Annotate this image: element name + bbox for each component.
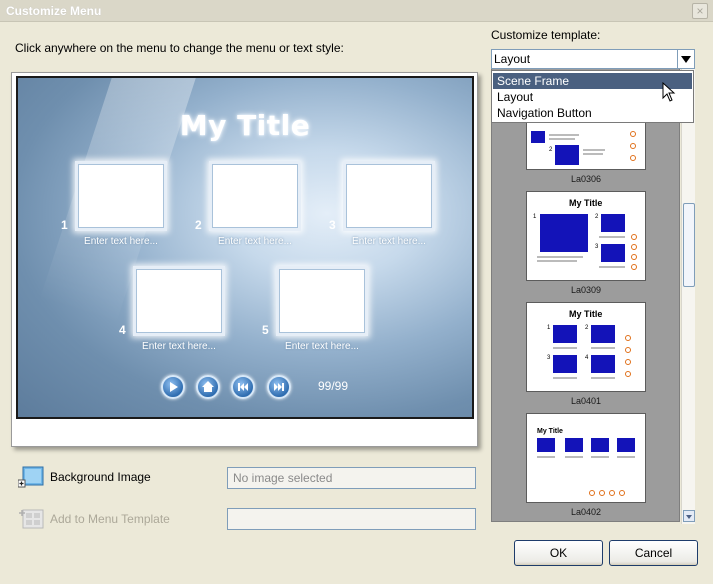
scene-number: 4 — [119, 323, 126, 337]
scene-thumbnail-2[interactable] — [209, 161, 301, 231]
template-thumbnail[interactable]: My Title 1 2 3 — [526, 191, 646, 281]
template-thumbnail[interactable]: My Title 1 2 3 4 — [526, 302, 646, 392]
add-to-template-field — [227, 508, 476, 530]
scene-caption[interactable]: Enter text here... — [66, 236, 176, 247]
customize-template-select[interactable]: Layout — [491, 49, 695, 69]
background-image-icon[interactable] — [17, 466, 44, 488]
window-title: Customize Menu — [6, 4, 102, 18]
next-icon[interactable] — [267, 375, 291, 399]
scene-thumbnail-4[interactable] — [133, 266, 225, 336]
cancel-button[interactable]: Cancel — [609, 540, 698, 566]
scene-caption[interactable]: Enter text here... — [124, 341, 234, 352]
scene-number: 2 — [195, 218, 202, 232]
template-thumbnail[interactable]: My Title — [526, 413, 646, 503]
play-icon[interactable] — [161, 375, 185, 399]
instruction-text: Click anywhere on the menu to change the… — [15, 41, 344, 55]
page-indicator: 99/99 — [318, 379, 349, 393]
scroll-thumb[interactable] — [683, 203, 695, 287]
home-icon[interactable] — [196, 375, 220, 399]
template-scrollbar[interactable] — [681, 65, 695, 524]
close-icon[interactable]: × — [692, 3, 708, 19]
dropdown-option-navigation-button[interactable]: Navigation Button — [493, 105, 692, 121]
add-template-icon — [18, 508, 44, 529]
scene-thumbnail-1[interactable] — [75, 161, 167, 231]
menu-preview[interactable]: My Title 1 Enter text here... 2 Enter te… — [16, 76, 474, 419]
scene-caption[interactable]: Enter text here... — [334, 236, 444, 247]
selected-value: Layout — [494, 52, 531, 66]
template-name: La0306 — [570, 174, 602, 184]
ok-button[interactable]: OK — [514, 540, 603, 566]
template-name: La0309 — [570, 285, 602, 295]
menu-preview-frame: My Title 1 Enter text here... 2 Enter te… — [11, 72, 478, 447]
template-name: La0402 — [570, 507, 602, 517]
scene-thumbnail-3[interactable] — [343, 161, 435, 231]
previous-icon[interactable] — [231, 375, 255, 399]
title-bar: Customize Menu × — [0, 0, 713, 22]
template-gallery[interactable]: 2 La0306 My Title 1 2 3 La0309 My Title … — [491, 65, 680, 522]
template-name: La0401 — [570, 396, 602, 406]
scene-number: 3 — [329, 218, 336, 232]
background-image-label[interactable]: Background Image — [50, 470, 151, 484]
menu-title[interactable]: My Title — [18, 109, 472, 142]
scene-thumbnail-5[interactable] — [276, 266, 368, 336]
scene-number: 5 — [262, 323, 269, 337]
scene-caption[interactable]: Enter text here... — [267, 341, 377, 352]
mouse-cursor-icon — [662, 81, 676, 105]
chevron-down-icon[interactable] — [677, 49, 695, 69]
add-to-template-label: Add to Menu Template — [50, 512, 170, 526]
scroll-down-icon[interactable] — [683, 510, 695, 522]
background-image-field: No image selected — [227, 467, 476, 489]
customize-template-label: Customize template: — [491, 28, 601, 42]
scene-number: 1 — [61, 218, 68, 232]
scene-caption[interactable]: Enter text here... — [200, 236, 310, 247]
